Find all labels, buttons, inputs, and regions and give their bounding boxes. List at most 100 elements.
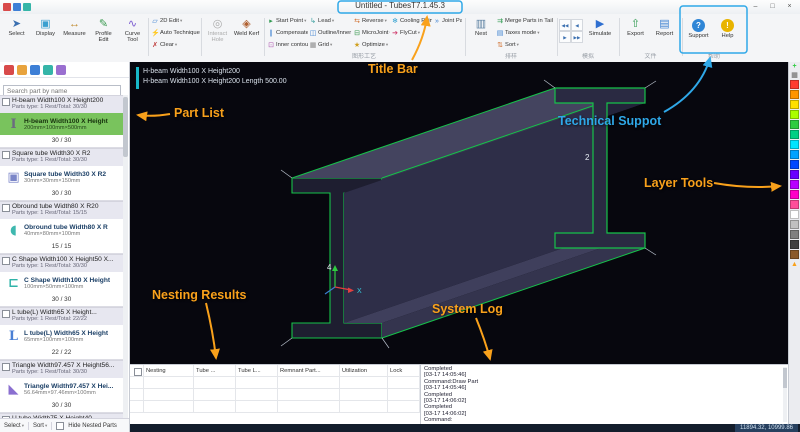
viewport-3d[interactable]: 2 4 X H-beam Width100 X Height200 H-beam… bbox=[130, 62, 788, 364]
undo-quick-icon[interactable] bbox=[23, 3, 31, 11]
part-checkbox[interactable] bbox=[2, 204, 10, 212]
sort-button[interactable]: ⇅Sort bbox=[495, 39, 553, 51]
microjoint-button[interactable]: ⊟MicroJoint bbox=[352, 27, 390, 39]
report-icon: ▤ bbox=[650, 17, 679, 31]
part-list-item-header[interactable]: L tube(L) Width65 X Height...Parts type:… bbox=[0, 307, 123, 325]
sort-dropdown[interactable]: Sort bbox=[33, 423, 47, 429]
nesting-table-row[interactable] bbox=[130, 401, 420, 413]
add-layer-icon[interactable]: + bbox=[790, 62, 800, 71]
playback-icon[interactable]: ▶ bbox=[559, 31, 571, 43]
hide-nested-checkbox[interactable] bbox=[56, 422, 64, 430]
part-list-item-header[interactable]: Obround tube Width80 X R20Parts type: 1 … bbox=[0, 201, 123, 219]
part-toolbar-icon[interactable] bbox=[56, 65, 66, 75]
layer-color-swatch[interactable] bbox=[790, 160, 799, 169]
support-button[interactable]: ?Support bbox=[684, 15, 713, 53]
layer-grid-icon[interactable]: ▦ bbox=[790, 71, 800, 80]
layer-color-swatch[interactable] bbox=[790, 180, 799, 189]
part-checkbox[interactable] bbox=[2, 98, 10, 106]
part-checkbox[interactable] bbox=[2, 363, 10, 371]
joint-path-button[interactable]: »Joint Path bbox=[432, 15, 462, 27]
reverse-button[interactable]: ⇆Reverse bbox=[352, 15, 390, 27]
select-button[interactable]: ➤Select bbox=[2, 15, 31, 53]
outline-inner-button[interactable]: ◫Outline/Inner bbox=[308, 27, 352, 39]
playback-icon[interactable]: ◀◀ bbox=[559, 19, 571, 31]
curve-tool-button[interactable]: ∿Curve Tool bbox=[118, 15, 147, 53]
layer-color-swatch[interactable] bbox=[790, 210, 799, 219]
start-point-button[interactable]: ▸Start Point bbox=[266, 15, 308, 27]
part-list-scrollbar[interactable] bbox=[123, 95, 128, 418]
part-toolbar-icon[interactable] bbox=[4, 65, 14, 75]
model-info-bar bbox=[136, 67, 139, 89]
select-dropdown[interactable]: Select bbox=[4, 423, 24, 429]
layer-color-swatch[interactable] bbox=[790, 150, 799, 159]
weld-kerf-button[interactable]: ◈Weld Kerf bbox=[232, 15, 261, 53]
part-list-item-header[interactable]: H-beam Width100 X Height200Parts type: 1… bbox=[0, 95, 123, 113]
ribbon-group-file: ⇧Export ▤Report 文件 bbox=[621, 15, 680, 61]
playback-icon[interactable]: ◀ bbox=[571, 19, 583, 31]
part-checkbox[interactable] bbox=[2, 310, 10, 318]
layer-color-swatch[interactable] bbox=[790, 200, 799, 209]
layer-color-swatch[interactable] bbox=[790, 110, 799, 119]
nest-button[interactable]: ▥Nest bbox=[467, 15, 495, 53]
part-list-item-detail[interactable]: ◖Obround tube Width80 X R40mm×80mm×100mm bbox=[0, 219, 123, 241]
part-toolbar-icon[interactable] bbox=[17, 65, 27, 75]
simulate-button[interactable]: ▶Simulate bbox=[585, 15, 615, 53]
part-checkbox[interactable] bbox=[2, 257, 10, 265]
part-dimensions: 100mm×50mm×100mm bbox=[24, 284, 110, 290]
inner-contour-button[interactable]: ⊡Inner contour bbox=[266, 39, 308, 51]
part-list-item-header[interactable]: Triangle Width97.457 X Height56...Parts … bbox=[0, 360, 123, 378]
display-button[interactable]: ▣Display bbox=[31, 15, 60, 53]
interact-hole-button[interactable]: ◎Interact Hole bbox=[203, 15, 232, 53]
part-toolbar-icon[interactable] bbox=[43, 65, 53, 75]
palette-up-icon[interactable]: ▲ bbox=[790, 260, 800, 269]
part-list-item-detail[interactable]: ⊏C Shape Width100 X Height100mm×50mm×100… bbox=[0, 272, 123, 294]
lead-button[interactable]: ↳Lead bbox=[308, 15, 352, 27]
layer-color-swatch[interactable] bbox=[790, 220, 799, 229]
taxes-mode-button[interactable]: ▤Taxes mode bbox=[495, 27, 553, 39]
log-scrollbar[interactable] bbox=[783, 367, 787, 422]
part-detail-name: Square tube Width30 X R2 bbox=[24, 171, 106, 178]
nesting-select-all-checkbox[interactable] bbox=[130, 365, 144, 377]
layer-color-swatch[interactable] bbox=[790, 240, 799, 249]
compensate-button[interactable]: ∥Compensate bbox=[266, 27, 308, 39]
minimize-button[interactable]: – bbox=[747, 0, 764, 13]
maximize-button[interactable]: □ bbox=[764, 0, 781, 13]
layer-color-swatch[interactable] bbox=[790, 250, 799, 259]
close-button[interactable]: × bbox=[781, 0, 798, 13]
playback-icon[interactable]: ▶▶ bbox=[571, 31, 583, 43]
part-list-item-detail[interactable]: ◣Triangle Width97.457 X Hei...56.64mm×97… bbox=[0, 378, 123, 400]
save-quick-icon[interactable] bbox=[13, 3, 21, 11]
report-button[interactable]: ▤Report bbox=[650, 15, 679, 53]
part-toolbar-icon[interactable] bbox=[30, 65, 40, 75]
layer-color-swatch[interactable] bbox=[790, 170, 799, 179]
optimize-button[interactable]: ★Optimize bbox=[352, 39, 390, 51]
grid-button[interactable]: ▦Grid bbox=[308, 39, 352, 51]
clear-button[interactable]: ✗Clear bbox=[150, 39, 200, 51]
layer-color-swatch[interactable] bbox=[790, 140, 799, 149]
cooling-point-button[interactable]: ❄Cooling Point bbox=[390, 15, 432, 27]
help-button[interactable]: !Help bbox=[713, 15, 742, 53]
flycut-button[interactable]: ➔FlyCut bbox=[390, 27, 432, 39]
profile-edit-button[interactable]: ✎Profile Edit bbox=[89, 15, 118, 53]
layer-color-swatch[interactable] bbox=[790, 100, 799, 109]
part-list-item-header[interactable]: C Shape Width100 X Height50 X...Parts ty… bbox=[0, 254, 123, 272]
part-list-item-detail[interactable]: ▣Square tube Width30 X R230mm×30mm×150mm bbox=[0, 166, 123, 188]
part-group: C Shape Width100 X Height50 X...Parts ty… bbox=[0, 254, 123, 307]
layer-color-swatch[interactable] bbox=[790, 230, 799, 239]
part-checkbox[interactable] bbox=[2, 151, 10, 159]
layer-color-swatch[interactable] bbox=[790, 190, 799, 199]
merge-parts-button[interactable]: ⇉Merge Parts in Tail bbox=[495, 15, 553, 27]
layer-color-swatch[interactable] bbox=[790, 90, 799, 99]
part-list-item-header[interactable]: Square tube Width30 X R2Parts type: 1 Re… bbox=[0, 148, 123, 166]
layer-color-swatch[interactable] bbox=[790, 80, 799, 89]
layer-color-swatch[interactable] bbox=[790, 120, 799, 129]
part-list-item-detail[interactable]: LL tube(L) Width65 X Height65mm×100mm×10… bbox=[0, 325, 123, 347]
nesting-table-row[interactable] bbox=[130, 377, 420, 389]
2d-edit-button[interactable]: ▱2D Edit bbox=[150, 15, 200, 27]
nesting-table-row[interactable] bbox=[130, 389, 420, 401]
measure-button[interactable]: ↔Measure bbox=[60, 15, 89, 53]
part-list-item-detail[interactable]: IH-beam Width100 X Height200mm×100mm×500… bbox=[0, 113, 123, 135]
layer-color-swatch[interactable] bbox=[790, 130, 799, 139]
auto-technique-button[interactable]: ⚡Auto Technique bbox=[150, 27, 200, 39]
export-button[interactable]: ⇧Export bbox=[621, 15, 650, 53]
